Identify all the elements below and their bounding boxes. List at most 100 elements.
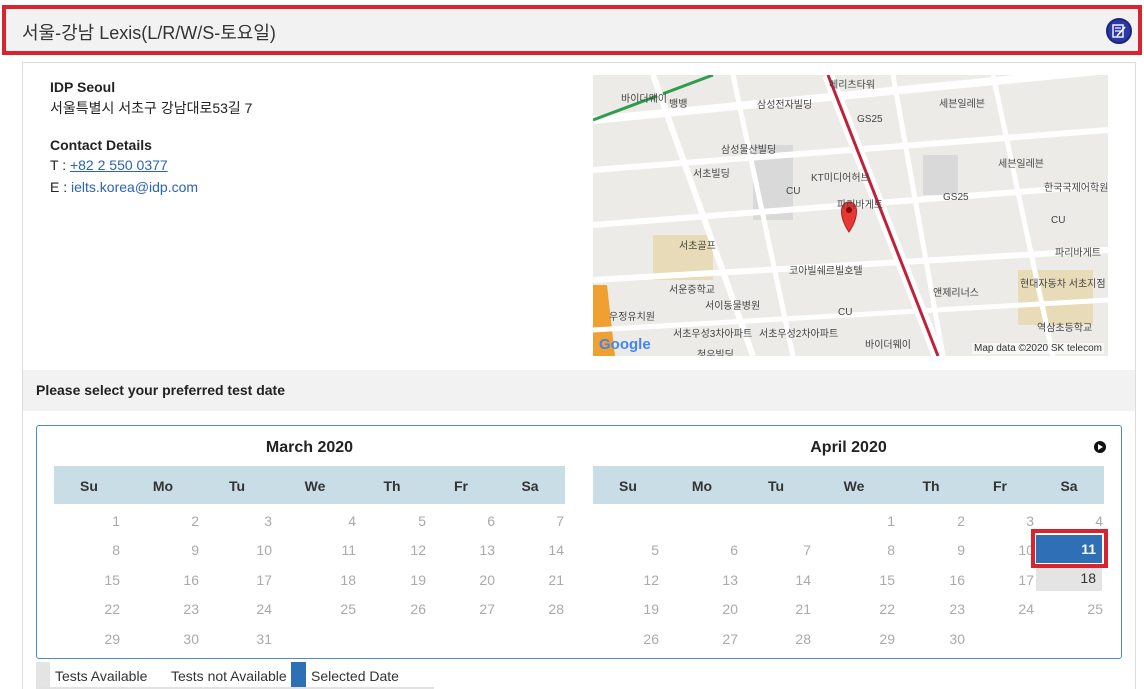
calendar-day: 8 — [112, 542, 120, 558]
calendar-day: 17 — [256, 572, 272, 588]
calendar-day: 24 — [256, 601, 272, 617]
calendar-day: 16 — [949, 572, 965, 588]
calendar-day: 26 — [410, 601, 426, 617]
calendar-day: 23 — [949, 601, 965, 617]
weekday-label: Sa — [521, 478, 539, 494]
map-label: 역삼초등학교 — [1037, 323, 1093, 334]
calendar-day: 21 — [795, 601, 811, 617]
calendar-day: 17 — [1018, 572, 1034, 588]
calendar-day: 29 — [879, 631, 895, 647]
map-label: 세븐일레븐 — [998, 159, 1044, 170]
map-label: 코아빌쉐르빌호텔 — [789, 266, 863, 277]
map-label: 뱅뱅 — [669, 99, 688, 110]
calendar-day: 8 — [887, 542, 895, 558]
map-label: 한국국제어학원 — [1044, 183, 1108, 194]
contact-heading: Contact Details — [50, 137, 152, 153]
weekday-label: Su — [80, 478, 98, 494]
venue-title: 서울-강남 Lexis(L/R/W/S-토요일) — [22, 23, 276, 43]
weekday-header-march: Su Mo Tu We Th Fr Sa — [54, 466, 565, 504]
map-label: 서초골프 — [679, 241, 716, 252]
calendar-day: 22 — [104, 601, 120, 617]
venue-name: IDP Seoul — [50, 79, 116, 95]
calendar-day: 18 — [340, 572, 356, 588]
map-credit[interactable]: Map data ©2020 SK telecom — [972, 343, 1104, 354]
calendar-day: 13 — [722, 572, 738, 588]
calendar-day: 7 — [556, 513, 564, 529]
available-swatch — [36, 662, 50, 689]
calendar-day: 28 — [548, 601, 564, 617]
edit-note-icon[interactable] — [1106, 18, 1132, 44]
calendar-day: 3 — [264, 513, 272, 529]
calendar-day: 10 — [256, 542, 272, 558]
calendar-day: 20 — [479, 572, 495, 588]
map-label: 메리츠타워 — [829, 80, 875, 91]
map-label: 파리바게트 — [1055, 248, 1101, 259]
venue-map[interactable]: 메리츠타워 바이더웨이 뱅뱅 삼성전자빌딩 GS25 세븐일레븐 삼성물산빌딩 … — [593, 75, 1108, 356]
calendar-day: 25 — [1087, 601, 1103, 617]
calendar-day: 14 — [548, 542, 564, 558]
map-label: 서초빌딩 — [693, 169, 730, 180]
calendar-day: 25 — [340, 601, 356, 617]
calendar-day: 12 — [410, 542, 426, 558]
map-label: 청우빌딩 — [697, 350, 734, 356]
calendar-day: 19 — [643, 601, 659, 617]
calendar-day: 15 — [104, 572, 120, 588]
weekday-label: Mo — [152, 478, 174, 494]
calendar-day: 2 — [957, 513, 965, 529]
calendar-day: 10 — [1018, 542, 1034, 558]
calendar-day: 12 — [643, 572, 659, 588]
map-label: 우정유치원 — [609, 312, 655, 323]
calendar-day: 19 — [410, 572, 426, 588]
month-title-april: April 2020 — [810, 439, 887, 456]
calendar-day[interactable]: 18 — [1036, 565, 1102, 591]
weekday-header-april: Su Mo Tu We Th Fr Sa — [593, 466, 1104, 504]
calendar-day: 30 — [949, 631, 965, 647]
weekday-label: Mo — [691, 478, 713, 494]
weekday-label: We — [843, 478, 865, 494]
weekday-label: Sa — [1060, 478, 1078, 494]
calendar-day: 7 — [803, 542, 811, 558]
map-label: 바이더웨이 — [621, 94, 667, 105]
calendar-day: 16 — [183, 572, 199, 588]
map-label: CU — [838, 307, 853, 318]
weekday-label: Tu — [767, 478, 785, 494]
weekday-label: We — [304, 478, 326, 494]
date-prompt: Please select your preferred test date — [36, 382, 286, 398]
next-month-icon[interactable] — [1094, 441, 1106, 453]
calendar-day: 1 — [112, 513, 120, 529]
calendar-day: 13 — [479, 542, 495, 558]
calendar-day: 15 — [879, 572, 895, 588]
calendar-day: 11 — [341, 542, 356, 558]
calendar-day: 27 — [479, 601, 495, 617]
calendar-day: 22 — [879, 601, 895, 617]
calendar-day: 27 — [722, 631, 738, 647]
venue-address: 서울특별시 서초구 강남대로53길 7 — [50, 100, 253, 116]
selected-swatch — [291, 662, 306, 689]
map-label: CU — [1051, 215, 1066, 226]
calendar-day: 30 — [183, 631, 199, 647]
email-link[interactable]: ielts.korea@idp.com — [71, 179, 198, 195]
calendar-day: 4 — [348, 513, 356, 529]
google-logo: Google — [599, 336, 651, 353]
weekday-label: Tu — [228, 478, 246, 494]
map-label: 앤제리너스 — [933, 288, 979, 299]
map-label: 서초우성3차아파트 — [673, 329, 753, 340]
calendar-day: 20 — [722, 601, 738, 617]
calendar-day: 1 — [887, 513, 895, 529]
phone-row: T : +82 2 550 0377 — [50, 157, 168, 173]
weekday-label: Fr — [993, 478, 1007, 494]
calendar-day: 14 — [795, 572, 811, 588]
month-title-march: March 2020 — [265, 439, 354, 456]
legend-available: Tests Available — [55, 668, 148, 684]
legend-not-available: Tests not Available — [171, 668, 287, 684]
calendar-day: 23 — [183, 601, 199, 617]
calendar-day: 4 — [1095, 513, 1103, 529]
map-label: 바이더웨이 — [865, 340, 911, 351]
map-label: GS25 — [943, 192, 969, 203]
map-label: KT미디어허브 — [811, 173, 870, 184]
map-label: 파리바게트 — [837, 200, 883, 211]
phone-link[interactable]: +82 2 550 0377 — [70, 157, 168, 173]
weekday-label: Th — [922, 478, 940, 494]
calendar-day: 29 — [104, 631, 120, 647]
calendar-day: 9 — [191, 542, 199, 558]
